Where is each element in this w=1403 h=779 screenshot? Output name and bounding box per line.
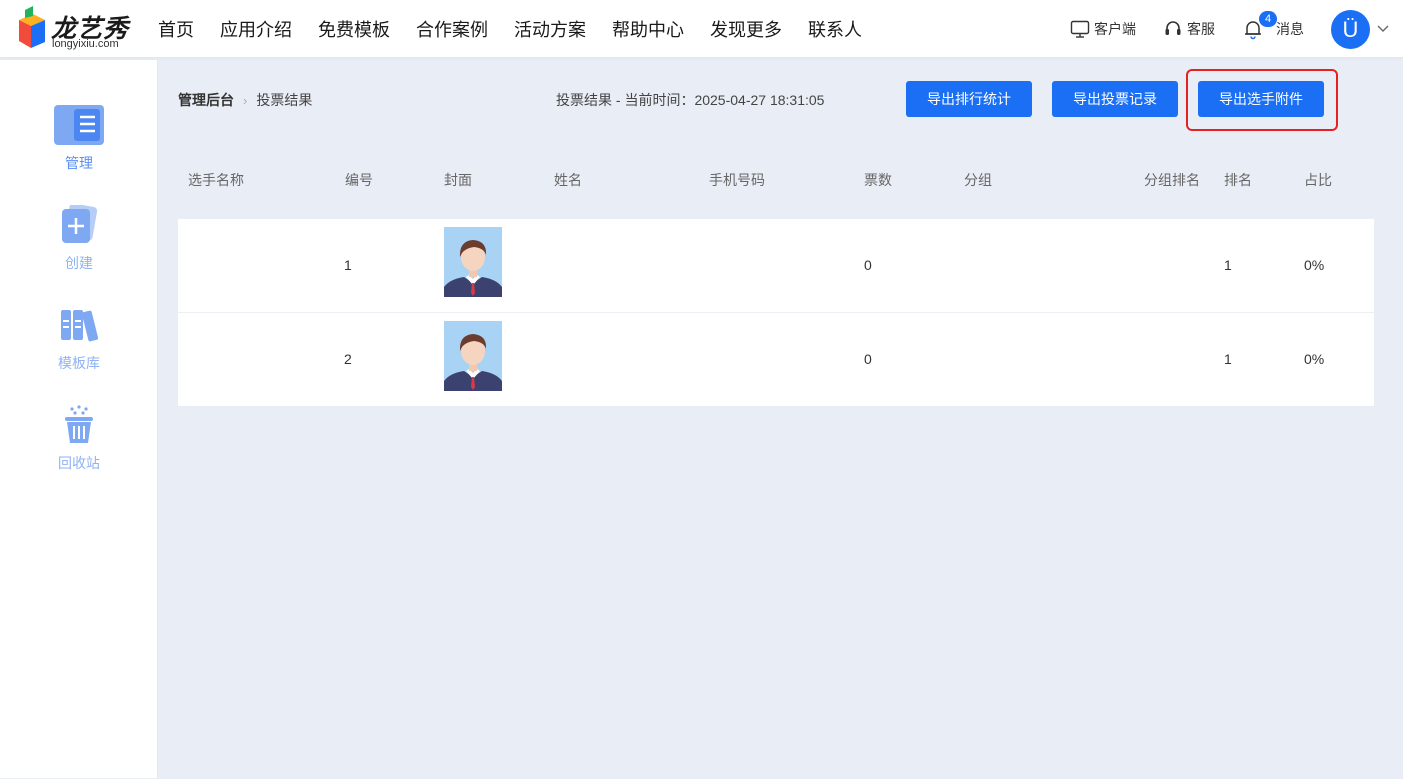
column-header: 分组 (964, 172, 992, 188)
column-header: 分组排名 (1144, 172, 1200, 188)
messages-label: 消息 (1276, 21, 1304, 37)
sidebar: 管理 创建 模板库 回收站 (0, 60, 158, 778)
main-nav: 首页 应用介绍 免费模板 合作案例 活动方案 帮助中心 发现更多 联系人 (158, 0, 888, 58)
sidebar-item-label: 创建 (65, 255, 93, 271)
contestant-cover-image[interactable] (444, 321, 502, 391)
highlight-box (1186, 69, 1338, 131)
contestant-cover-image[interactable] (444, 227, 502, 297)
breadcrumb-current: 投票结果 (256, 92, 313, 108)
recycle-bin-icon (65, 405, 93, 443)
nav-item-cases[interactable]: 合作案例 (416, 16, 488, 42)
contestant-number: 1 (344, 257, 352, 273)
sidebar-item-label: 回收站 (58, 455, 100, 471)
nav-item-discover[interactable]: 发现更多 (710, 16, 782, 42)
vote-ratio: 0% (1304, 351, 1325, 367)
template-library-icon (61, 310, 98, 342)
column-header: 票数 (864, 172, 892, 188)
table-header: 选手名称 编号 封面 姓名 手机号码 票数 分组 分组排名 排名 占比 (178, 162, 1374, 196)
top-bar: 龙艺秀 longyixiu.com 首页 应用介绍 免费模板 合作案例 活动方案… (0, 0, 1403, 58)
sidebar-item-manage[interactable]: 管理 (0, 103, 158, 183)
vote-count: 0 (864, 257, 872, 273)
sidebar-item-recycle-bin[interactable]: 回收站 (0, 403, 158, 483)
breadcrumb: 管理后台 › 投票结果 (178, 90, 312, 110)
column-header: 姓名 (554, 172, 582, 188)
nav-item-app-intro[interactable]: 应用介绍 (220, 16, 292, 42)
person-avatar-icon (444, 321, 502, 391)
logo-cube-icon (19, 6, 45, 48)
monitor-icon (1070, 20, 1090, 38)
nav-item-help-center[interactable]: 帮助中心 (612, 16, 684, 42)
table-body: 1 0 1 0% 2 0 1 0% (178, 219, 1374, 406)
brand-logo[interactable]: 龙艺秀 longyixiu.com (11, 6, 131, 52)
rank: 1 (1224, 257, 1232, 273)
sidebar-item-create[interactable]: 创建 (0, 203, 158, 283)
column-header: 封面 (444, 172, 472, 188)
current-time-info: 投票结果 - 当前时间：2025-04-27 18:31:05 (556, 92, 825, 108)
sidebar-item-label: 模板库 (58, 355, 100, 371)
nav-item-home[interactable]: 首页 (158, 16, 194, 42)
nav-item-event-plans[interactable]: 活动方案 (514, 16, 586, 42)
manage-icon (54, 105, 104, 145)
sidebar-item-template-library[interactable]: 模板库 (0, 303, 158, 383)
column-header: 排名 (1224, 172, 1252, 188)
client-link[interactable]: 客户端 (1070, 18, 1136, 40)
column-header: 占比 (1304, 172, 1332, 188)
brand-domain: longyixiu.com (52, 38, 119, 50)
person-avatar-icon (444, 227, 502, 297)
chevron-right-icon: › (243, 92, 248, 108)
chevron-down-icon[interactable] (1376, 22, 1390, 36)
vote-count: 0 (864, 351, 872, 367)
table-row[interactable]: 1 0 1 0% (178, 219, 1374, 313)
client-label: 客户端 (1094, 21, 1136, 37)
rank: 1 (1224, 351, 1232, 367)
headset-icon (1165, 21, 1181, 35)
contestant-number: 2 (344, 351, 352, 367)
nav-item-contacts[interactable]: 联系人 (808, 16, 862, 42)
avatar[interactable]: Ü (1331, 10, 1370, 49)
message-count-badge: 4 (1259, 11, 1277, 27)
export-votes-button[interactable]: 导出投票记录 (1052, 81, 1178, 117)
export-ranking-button[interactable]: 导出排行统计 (906, 81, 1032, 117)
create-icon (62, 205, 97, 243)
table-row[interactable]: 2 0 1 0% (178, 312, 1374, 406)
vote-ratio: 0% (1304, 257, 1325, 273)
customer-service-link[interactable]: 客服 (1163, 18, 1215, 40)
breadcrumb-root[interactable]: 管理后台 (178, 90, 234, 110)
column-header: 手机号码 (709, 172, 765, 188)
service-label: 客服 (1187, 21, 1215, 37)
column-header: 编号 (345, 172, 373, 188)
nav-item-free-templates[interactable]: 免费模板 (318, 16, 390, 42)
column-header: 选手名称 (188, 172, 244, 188)
sidebar-item-label: 管理 (65, 155, 93, 171)
